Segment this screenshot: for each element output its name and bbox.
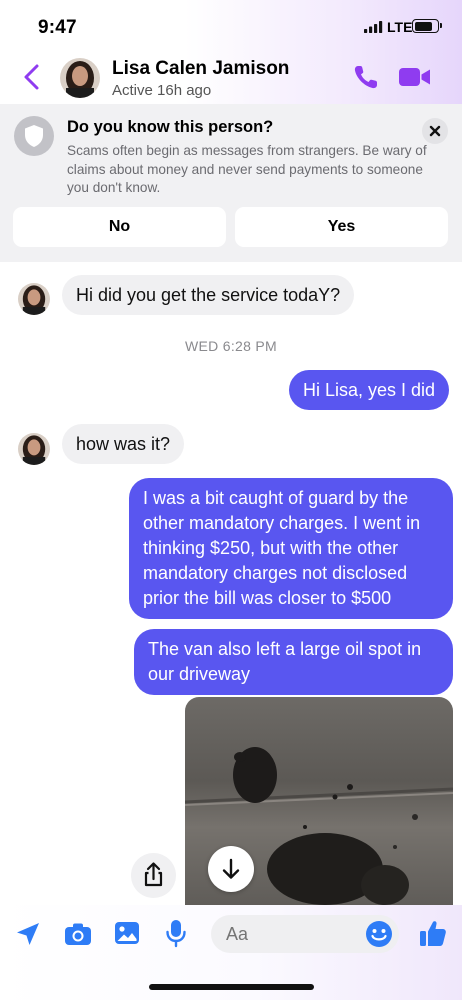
signal-icon <box>364 21 383 33</box>
message-timestamp: WED 6:28 PM <box>185 338 277 354</box>
shield-icon-badge <box>14 116 54 156</box>
message-outgoing[interactable]: The van also left a large oil spot in ou… <box>134 629 453 695</box>
status-bar: 9:47 LTE <box>0 0 462 50</box>
camera-icon[interactable] <box>63 920 93 948</box>
no-button[interactable]: No <box>13 207 226 247</box>
image-icon[interactable] <box>113 919 141 947</box>
contact-avatar-small <box>18 433 50 465</box>
emoji-icon[interactable] <box>365 920 393 948</box>
phone-icon[interactable] <box>351 62 381 92</box>
network-type: LTE <box>387 19 413 35</box>
microphone-icon[interactable] <box>164 918 188 948</box>
contact-avatar[interactable] <box>60 58 100 98</box>
message-incoming[interactable]: how was it? <box>62 424 185 464</box>
chevron-left-icon[interactable] <box>20 60 44 94</box>
battery-level <box>414 21 433 31</box>
video-camera-icon[interactable] <box>398 64 432 90</box>
message-incoming[interactable]: Hi did you get the service todaY? <box>62 275 355 315</box>
message-outgoing[interactable]: Hi Lisa, yes I did <box>289 370 450 410</box>
home-indicator <box>149 984 314 990</box>
scroll-to-bottom-button[interactable] <box>208 846 254 892</box>
contact-name[interactable]: Lisa Calen Jamison <box>112 58 289 80</box>
share-icon <box>144 862 163 887</box>
banner-close-button[interactable] <box>422 118 448 144</box>
shield-icon <box>25 125 43 147</box>
contact-avatar-small <box>18 283 50 315</box>
yes-button[interactable]: Yes <box>235 207 448 247</box>
status-time: 9:47 <box>38 17 77 38</box>
location-arrow-icon[interactable] <box>14 920 42 948</box>
contact-active-status: Active 16h ago <box>112 82 212 99</box>
banner-title: Do you know this person? <box>67 118 274 136</box>
battery-icon <box>412 19 442 33</box>
close-icon <box>429 125 441 137</box>
banner-text: Scams often begin as messages from stran… <box>67 143 427 195</box>
conversation-header: Lisa Calen Jamison Active 16h ago <box>0 52 462 104</box>
message-outgoing[interactable]: I was a bit caught of guard by the other… <box>129 478 453 619</box>
arrow-down-icon <box>222 858 240 879</box>
thumbs-up-icon[interactable] <box>418 918 448 948</box>
safety-banner: Do you know this person? Scams often beg… <box>0 104 462 262</box>
share-button[interactable] <box>131 853 176 898</box>
